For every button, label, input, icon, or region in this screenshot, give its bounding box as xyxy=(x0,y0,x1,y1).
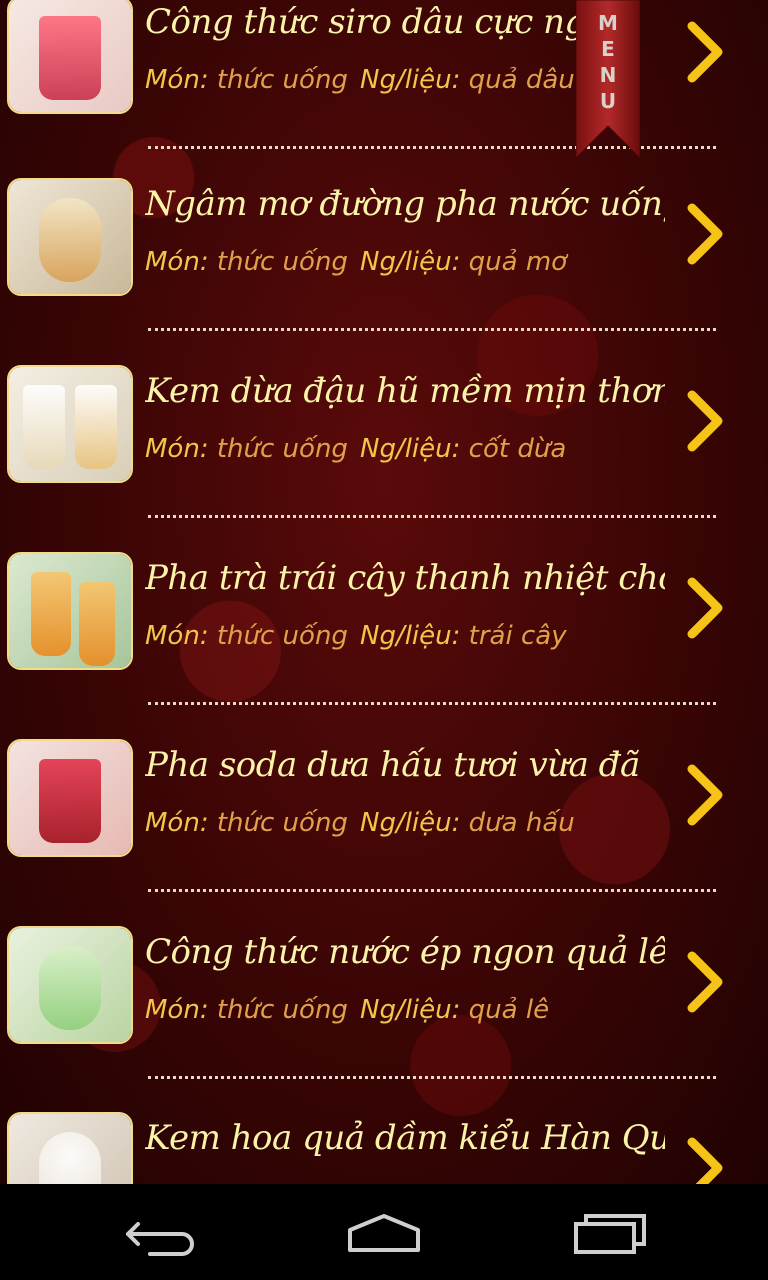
recipe-ingredient: Ng/liệu: quả mơ xyxy=(360,247,568,277)
recipe-ingredient: Ng/liệu: quả dâu xyxy=(360,65,575,95)
divider xyxy=(148,328,716,331)
divider xyxy=(148,702,716,705)
chevron-right-icon[interactable] xyxy=(680,20,728,84)
recipe-ingredient: Ng/liệu: dưa hấu xyxy=(360,808,575,838)
chevron-right-icon[interactable] xyxy=(680,1136,728,1184)
list-item[interactable]: Kem dừa đậu hũ mềm mịn thơm Món: thức uố… xyxy=(0,365,768,552)
list-item[interactable]: Công thức siro dâu cực ngon Món: thức uố… xyxy=(0,0,768,183)
watermelon-soda-image xyxy=(7,739,133,857)
pear-juice-image xyxy=(7,926,133,1044)
recipe-title: Kem hoa quả dầm kiểu Hàn Quốc xyxy=(145,1118,665,1158)
chevron-right-icon[interactable] xyxy=(680,389,728,453)
chevron-right-icon[interactable] xyxy=(680,576,728,640)
recents-icon[interactable] xyxy=(560,1202,660,1262)
fruit-tea-image xyxy=(7,552,133,670)
menu-label: M E N U xyxy=(598,11,618,113)
recipe-title: Ngâm mơ đường pha nước uống xyxy=(145,184,665,224)
list-item[interactable]: Pha trà trái cây thanh nhiệt cho Món: th… xyxy=(0,552,768,739)
list-item[interactable]: Công thức nước ép ngon quả lê + Món: thứ… xyxy=(0,926,768,1113)
korean-fruit-ice-image xyxy=(7,1112,133,1184)
recipe-category: Món: thức uống xyxy=(145,808,348,838)
recipe-category: Món: thức uống xyxy=(145,65,348,95)
divider xyxy=(148,1076,716,1079)
chevron-right-icon[interactable] xyxy=(680,763,728,827)
list-item[interactable]: Kem hoa quả dầm kiểu Hàn Quốc xyxy=(0,1112,768,1184)
back-icon[interactable] xyxy=(110,1202,210,1262)
recipe-category: Món: thức uống xyxy=(145,434,348,464)
list-item[interactable]: Pha soda dưa hấu tươi vừa đã Món: thức u… xyxy=(0,739,768,926)
system-navigation-bar xyxy=(0,1184,768,1280)
recipe-ingredient: Ng/liệu: trái cây xyxy=(360,621,567,651)
recipe-title: Kem dừa đậu hũ mềm mịn thơm xyxy=(145,371,665,411)
recipe-list-screen: Công thức siro dâu cực ngon Món: thức uố… xyxy=(0,0,768,1184)
recipe-title: Pha trà trái cây thanh nhiệt cho xyxy=(145,558,665,598)
apricot-drink-image xyxy=(7,178,133,296)
chevron-right-icon[interactable] xyxy=(680,950,728,1014)
recipe-title: Pha soda dưa hấu tươi vừa đã xyxy=(145,745,640,785)
divider xyxy=(148,889,716,892)
coconut-ice-cream-image xyxy=(7,365,133,483)
recipe-ingredient: Ng/liệu: quả lê xyxy=(360,995,550,1025)
strawberry-drink-image xyxy=(7,0,133,114)
list-item[interactable]: Ngâm mơ đường pha nước uống Món: thức uố… xyxy=(0,178,768,365)
recipe-ingredient: Ng/liệu: cốt dừa xyxy=(360,434,567,464)
divider xyxy=(148,515,716,518)
recipe-category: Món: thức uống xyxy=(145,995,348,1025)
recipe-category: Món: thức uống xyxy=(145,621,348,651)
recipe-category: Món: thức uống xyxy=(145,247,348,277)
home-icon[interactable] xyxy=(334,1202,434,1262)
recipe-title: Công thức nước ép ngon quả lê + xyxy=(145,932,665,972)
chevron-right-icon[interactable] xyxy=(680,202,728,266)
